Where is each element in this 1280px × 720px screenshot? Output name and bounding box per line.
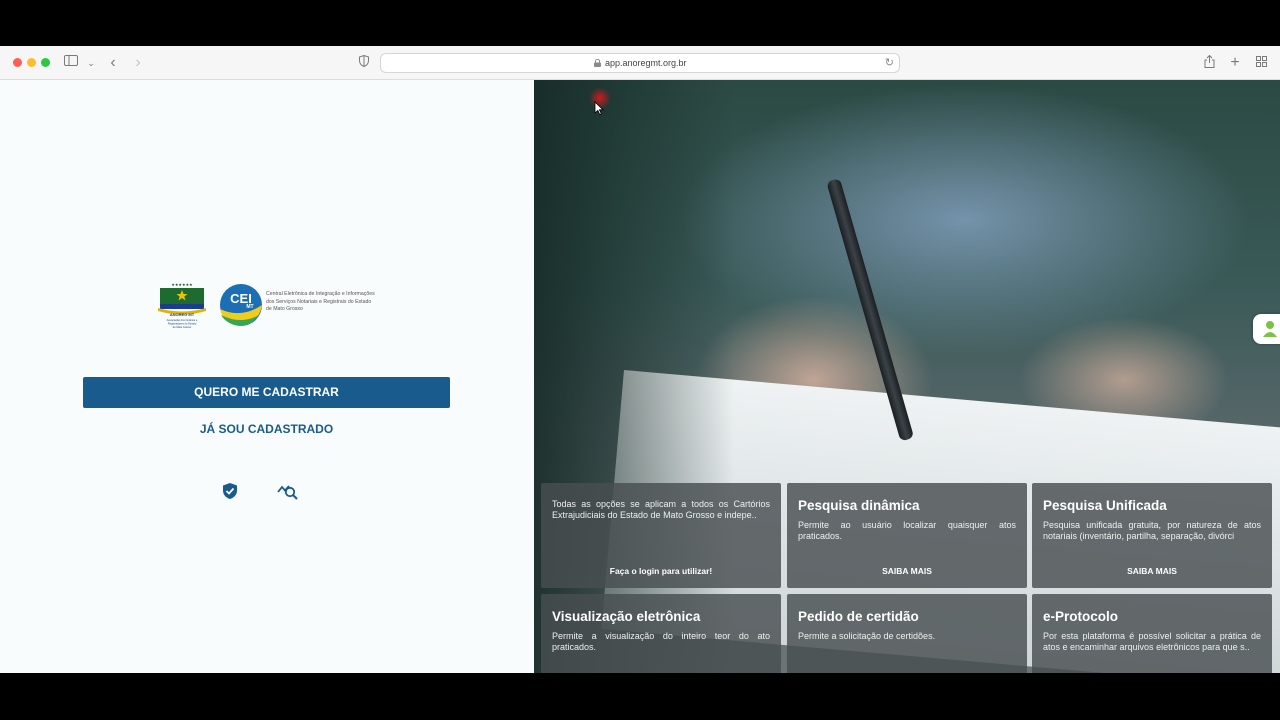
card-description: Permite a visualização do inteiro teor d… — [552, 631, 770, 652]
card-title: Pesquisa Unificada — [1043, 498, 1167, 513]
saiba-mais-button[interactable]: SAIBA MAIS — [1032, 566, 1272, 577]
card-title: Pesquisa dinâmica — [798, 498, 920, 513]
card-title: e-Protocolo — [1043, 609, 1119, 624]
svg-text:de Mato Grosso: de Mato Grosso — [173, 325, 192, 329]
letterbox-top — [0, 0, 1280, 46]
svg-text:Registradores do Estado: Registradores do Estado — [168, 322, 197, 326]
svg-text:ANOREG MT: ANOREG MT — [170, 312, 195, 317]
card-pedido-de-certidao[interactable]: Pedido de certidão Permite a solicitação… — [787, 594, 1027, 673]
minimize-window-button[interactable] — [27, 58, 36, 67]
svg-text:MT: MT — [246, 304, 253, 310]
card-description: Pesquisa unificada gratuita, por naturez… — [1043, 520, 1261, 541]
forward-arrow-icon[interactable]: › — [131, 55, 145, 71]
reload-icon[interactable]: ↻ — [885, 56, 894, 70]
new-tab-icon[interactable]: + — [1228, 55, 1242, 71]
card-e-protocolo[interactable]: e-Protocolo Por esta plataforma é possív… — [1032, 594, 1272, 673]
letterbox-bottom — [0, 673, 1280, 720]
card-visualizacao-eletronica[interactable]: Visualização eletrônica Permite a visual… — [541, 594, 781, 673]
sidebar-toggle-icon[interactable] — [64, 55, 82, 71]
login-link[interactable]: JÁ SOU CADASTRADO — [83, 420, 450, 438]
accessibility-side-tab[interactable] — [1253, 314, 1280, 344]
lock-icon — [594, 59, 601, 67]
svg-text:★★★★★★: ★★★★★★ — [171, 282, 193, 287]
card-description: Por esta plataforma é possível solicitar… — [1043, 631, 1261, 652]
card-pesquisa-dinamica[interactable]: Pesquisa dinâmica Permite ao usuário loc… — [787, 483, 1027, 588]
card-description: Todas as opções se aplicam a todos os Ca… — [552, 499, 770, 520]
tab-overview-icon[interactable] — [1254, 55, 1268, 71]
browser-toolbar: ⌄ ‹ › app.anoregmt.org.br ↻ + — [0, 46, 1280, 80]
cei-logo: CEI MT — [220, 284, 262, 326]
mouse-cursor-icon — [594, 101, 604, 115]
card-title: Visualização eletrônica — [552, 609, 701, 624]
chevron-down-icon[interactable]: ⌄ — [86, 55, 96, 71]
privacy-shield-icon[interactable] — [357, 54, 371, 71]
logos-group: ★★★★★★ ANOREG MT Associação dos Notários… — [156, 281, 376, 333]
url-text: app.anoregmt.org.br — [605, 58, 687, 68]
close-window-button[interactable] — [13, 58, 22, 67]
user-icon — [1263, 321, 1277, 337]
saiba-mais-button[interactable]: SAIBA MAIS — [787, 566, 1027, 577]
card-title: Pedido de certidão — [798, 609, 919, 624]
card-description: Permite a solicitação de certidões. — [798, 631, 936, 641]
card-description: Permite ao usuário localizar quaisquer a… — [798, 520, 1016, 541]
card-info[interactable]: Todas as opções se aplicam a todos os Ca… — [541, 483, 781, 588]
hero-photo-panel: Todas as opções se aplicam a todos os Ca… — [534, 80, 1280, 673]
back-arrow-icon[interactable]: ‹ — [106, 55, 120, 71]
chart-search-icon[interactable] — [277, 482, 299, 500]
svg-text:Associação dos Notários e: Associação dos Notários e — [167, 318, 198, 322]
card-pesquisa-unificada[interactable]: Pesquisa Unificada Pesquisa unificada gr… — [1032, 483, 1272, 588]
address-bar[interactable]: app.anoregmt.org.br ↻ — [380, 53, 900, 73]
share-icon[interactable] — [1202, 54, 1216, 71]
anoreg-logo: ★★★★★★ ANOREG MT Associação dos Notários… — [158, 282, 206, 329]
register-button[interactable]: QUERO ME CADASTRAR — [83, 377, 450, 408]
shield-check-icon[interactable] — [221, 482, 239, 500]
zoom-window-button[interactable] — [41, 58, 50, 67]
login-to-use-link[interactable]: Faça o login para utilizar! — [541, 566, 781, 577]
cei-caption: Central Eletrônica de Integração e Infor… — [266, 291, 375, 312]
login-panel: ★★★★★★ ANOREG MT Associação dos Notários… — [0, 80, 534, 673]
